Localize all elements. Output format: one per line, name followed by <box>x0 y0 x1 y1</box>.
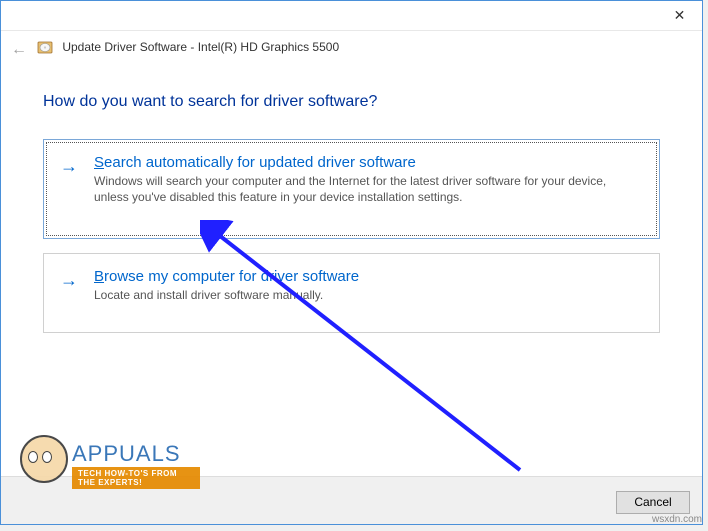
option-description: Locate and install driver software manua… <box>94 287 641 303</box>
back-arrow-icon[interactable]: ← <box>11 41 27 59</box>
driver-disc-icon <box>37 39 53 55</box>
arrow-right-icon: → <box>60 156 78 177</box>
option-search-automatically[interactable]: → Search automatically for updated drive… <box>43 139 660 239</box>
titlebar: ✕ <box>1 1 702 31</box>
brand-tagline: TECH HOW-TO'S FROM THE EXPERTS! <box>72 467 200 489</box>
option-description: Windows will search your computer and th… <box>94 173 641 205</box>
watermark: wsxdn.com <box>652 514 702 525</box>
main-heading: How do you want to search for driver sof… <box>43 93 660 111</box>
dialog-header: ← Update Driver Software - Intel(R) HD G… <box>1 31 702 69</box>
close-button[interactable]: ✕ <box>657 1 702 29</box>
option-browse-computer[interactable]: → Browse my computer for driver software… <box>43 253 660 333</box>
close-icon: ✕ <box>674 7 686 23</box>
dialog-content: How do you want to search for driver sof… <box>1 69 702 357</box>
arrow-right-icon: → <box>60 270 78 291</box>
option-title: Search automatically for updated driver … <box>94 154 641 171</box>
cancel-button[interactable]: Cancel <box>616 491 690 514</box>
dialog-title: Update Driver Software - Intel(R) HD Gra… <box>62 40 339 54</box>
option-title: Browse my computer for driver software <box>94 268 641 285</box>
brand-name: APPUALS <box>72 441 200 467</box>
appuals-logo: APPUALS TECH HOW-TO'S FROM THE EXPERTS! <box>0 429 200 509</box>
